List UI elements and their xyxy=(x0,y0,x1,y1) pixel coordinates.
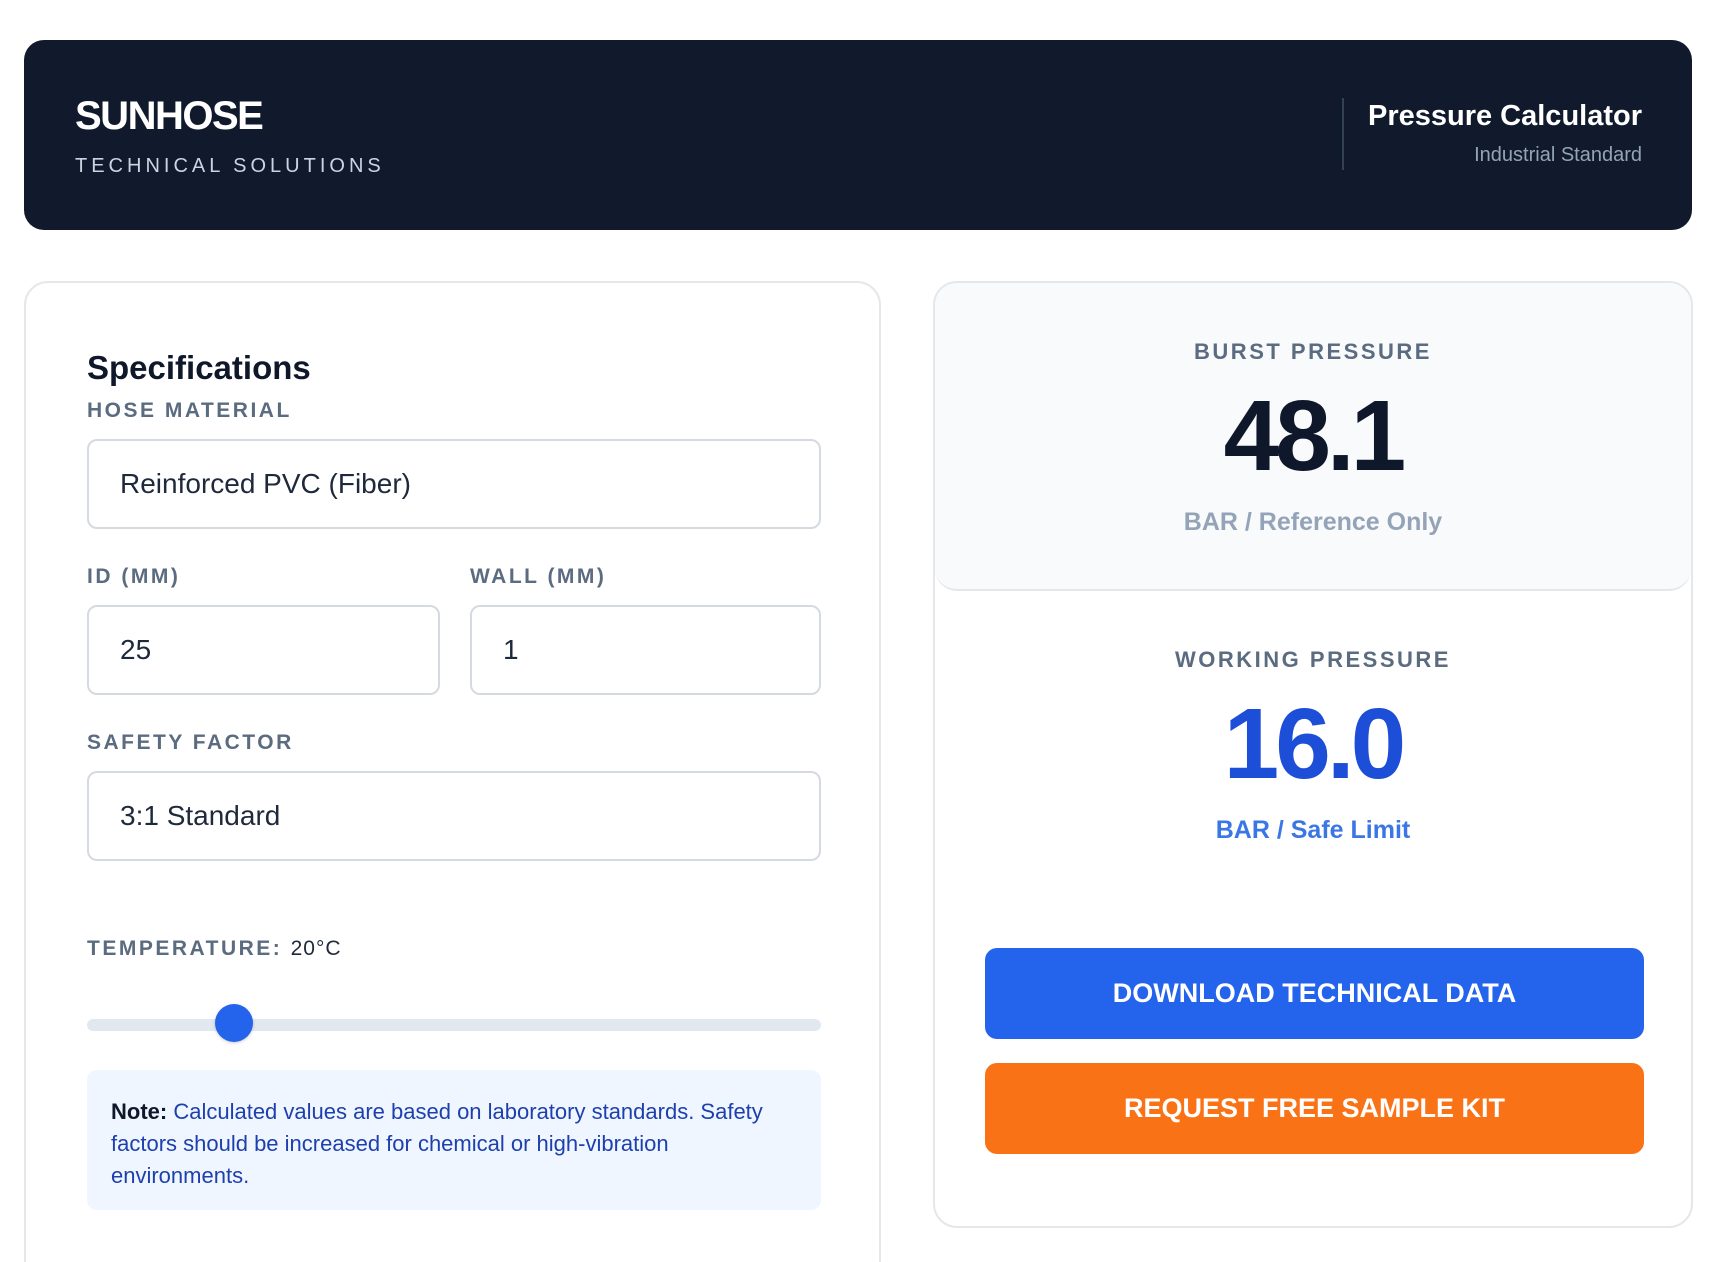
note-box: Note: Calculated values are based on lab… xyxy=(87,1070,821,1210)
note-label: Note: xyxy=(111,1099,168,1124)
brand-tagline: TECHNICAL SOLUTIONS xyxy=(75,155,385,177)
burst-pressure-label: BURST PRESSURE xyxy=(1194,339,1432,364)
safety-factor-value: 3:1 Standard xyxy=(120,800,281,831)
request-sample-kit-button[interactable]: REQUEST FREE SAMPLE KIT xyxy=(985,1063,1644,1154)
working-pressure-label: WORKING PRESSURE xyxy=(1175,647,1451,672)
temperature-label-text: TEMPERATURE: xyxy=(87,937,283,960)
wall-mm-input[interactable]: 1 xyxy=(470,605,821,695)
safety-factor-label: SAFETY FACTOR xyxy=(87,731,294,754)
download-technical-data-button[interactable]: DOWNLOAD TECHNICAL DATA xyxy=(985,948,1644,1039)
burst-pressure-panel: BURST PRESSURE 48.1 BAR / Reference Only xyxy=(935,283,1691,591)
header-title-block: Pressure Calculator Industrial Standard xyxy=(1367,100,1642,166)
brand: SUNHOSE TECHNICAL SOLUTIONS xyxy=(75,96,385,176)
hose-material-value: Reinforced PVC (Fiber) xyxy=(120,468,411,499)
specifications-title: Specifications xyxy=(87,349,311,386)
note-text: Calculated values are based on laborator… xyxy=(111,1099,763,1188)
working-pressure-value: 16.0 xyxy=(1223,688,1407,800)
temperature-slider-thumb[interactable] xyxy=(214,1004,253,1042)
wall-mm-value: 1 xyxy=(503,634,519,665)
temperature-value: 20°C xyxy=(290,937,342,960)
id-mm-input[interactable]: 25 xyxy=(87,605,440,695)
wall-mm-label: WALL (MM) xyxy=(470,565,607,588)
specifications-card: Specifications HOSE MATERIAL Reinforced … xyxy=(24,281,881,1262)
id-mm-value: 25 xyxy=(120,634,152,665)
safety-factor-select[interactable]: 3:1 Standard xyxy=(87,771,821,861)
results-card: BURST PRESSURE 48.1 BAR / Reference Only… xyxy=(933,281,1693,1228)
brand-name: SUNHOSE xyxy=(75,94,264,138)
header-divider xyxy=(1342,98,1344,170)
temperature-slider-track[interactable] xyxy=(87,1019,821,1031)
burst-pressure-unit: BAR / Reference Only xyxy=(1183,508,1443,536)
hose-material-label: HOSE MATERIAL xyxy=(87,399,292,422)
temperature-label: TEMPERATURE: 20°C xyxy=(87,938,342,959)
page-title: Pressure Calculator xyxy=(1367,100,1642,132)
page-subtitle: Industrial Standard xyxy=(1474,144,1642,166)
working-pressure-unit: BAR / Safe Limit xyxy=(1215,816,1411,844)
burst-pressure-value: 48.1 xyxy=(1223,380,1407,492)
id-mm-label: ID (MM) xyxy=(87,565,181,588)
app-header: SUNHOSE TECHNICAL SOLUTIONS Pressure Cal… xyxy=(24,40,1692,230)
hose-material-select[interactable]: Reinforced PVC (Fiber) xyxy=(87,439,821,529)
